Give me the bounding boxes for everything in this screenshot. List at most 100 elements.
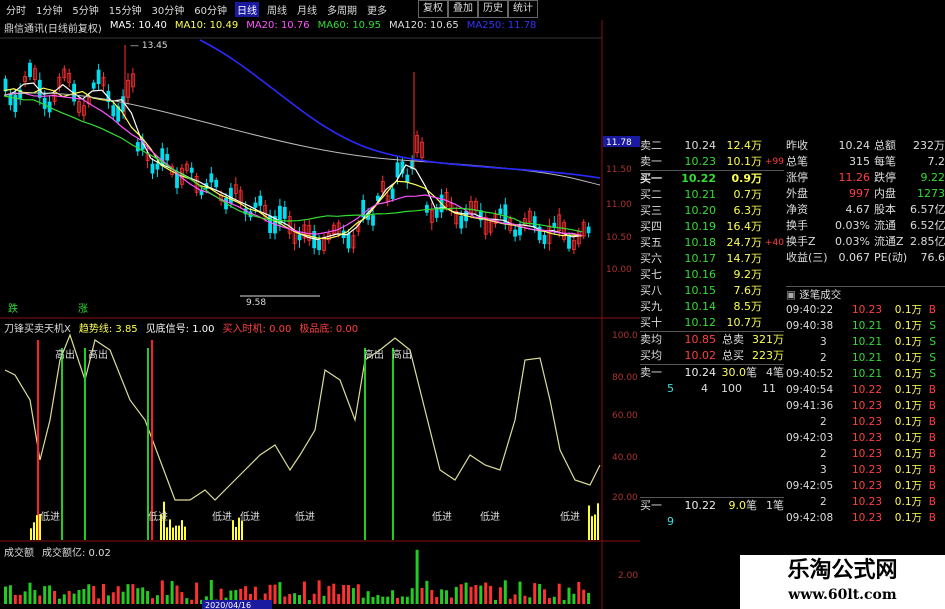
tab-period[interactable]: 60分钟 bbox=[192, 2, 229, 17]
tab-period[interactable]: 15分钟 bbox=[107, 2, 144, 17]
tab-period[interactable]: 更多 bbox=[365, 2, 389, 17]
stat-value: 10.24 bbox=[838, 139, 871, 152]
order-row[interactable]: 买四 10.19 16.4万 bbox=[640, 219, 784, 235]
ticks-title-label: 逐笔成交 bbox=[799, 289, 842, 301]
order-price: 10.15 bbox=[684, 284, 717, 297]
volume-bar bbox=[557, 583, 561, 604]
order-row[interactable]: 买七 10.16 9.2万 bbox=[640, 267, 784, 283]
candle-body bbox=[253, 202, 258, 208]
order-row[interactable]: 买五 10.18 24.7万 +40 bbox=[640, 235, 784, 251]
order-label: 买十 bbox=[640, 316, 662, 329]
order-volume: 8.5万 bbox=[733, 300, 763, 313]
kline-chart-area[interactable]: 11.78 11.50 11.00 10.50 10.00 100.0 80.00 60.00… bbox=[0, 0, 640, 609]
avg-volume: 321万 bbox=[752, 333, 784, 346]
toolbar-button[interactable]: 历史 bbox=[478, 0, 508, 18]
volume-bar bbox=[4, 586, 7, 604]
histogram-bar bbox=[235, 526, 237, 540]
tick-volume: 0.1万 bbox=[894, 320, 922, 332]
buy-tag: 低进 bbox=[240, 510, 260, 523]
indicator-panel: 高出 高出 高出 高出低进 低进 低进 低进 低进 低进 低进 低进 bbox=[4, 333, 601, 540]
stat-label: 流通 bbox=[874, 219, 896, 232]
stat-label: 换手Z bbox=[786, 235, 816, 248]
toolbar-button[interactable]: 复权 bbox=[418, 0, 448, 18]
tick-row: 3 10.21 0.1万 S bbox=[786, 334, 945, 350]
order-change bbox=[762, 203, 784, 219]
tick-price: 10.23 bbox=[851, 480, 882, 492]
tick-row: 09:40:54 10.22 0.1万 B bbox=[786, 382, 945, 398]
buy-tag: 低进 bbox=[212, 510, 232, 523]
order-row[interactable]: 买八 10.15 7.6万 bbox=[640, 283, 784, 299]
tick-side: S bbox=[929, 368, 936, 380]
tab-period[interactable]: 多周期 bbox=[325, 2, 359, 17]
volume-bar bbox=[283, 596, 287, 604]
tick-volume: 0.1万 bbox=[894, 512, 922, 524]
queue-cell: 9 bbox=[667, 515, 674, 528]
ticks-title[interactable]: ▣ 逐笔成交 bbox=[786, 286, 945, 303]
volume-value: 成交额亿: 0.02 bbox=[42, 548, 111, 559]
stat-label: 昨收 bbox=[786, 139, 808, 152]
tick-time: 3 bbox=[820, 464, 827, 476]
toolbar-button[interactable]: 叠加 bbox=[448, 0, 478, 18]
order-row[interactable]: 买九 10.14 8.5万 bbox=[640, 299, 784, 315]
order-row[interactable]: 买六 10.17 14.7万 bbox=[640, 251, 784, 267]
volume-bar bbox=[62, 594, 66, 604]
tick-volume: 0.1万 bbox=[894, 336, 922, 348]
chart-canvas[interactable]: 11.78 11.50 11.00 10.50 10.00 100.0 80.00 60.00… bbox=[0, 0, 640, 609]
volume-bar bbox=[547, 598, 551, 604]
candle-body bbox=[371, 215, 375, 226]
order-row[interactable]: 买十 10.12 10.7万 bbox=[640, 315, 784, 331]
tick-row: 3 10.23 0.1万 B bbox=[786, 462, 945, 478]
volume-bar bbox=[43, 586, 47, 604]
tick-side: B bbox=[928, 432, 936, 444]
tick-price: 10.21 bbox=[851, 368, 882, 380]
order-row[interactable]: 买一 10.22 0.9万 bbox=[640, 170, 784, 187]
tab-period[interactable]: 30分钟 bbox=[149, 2, 186, 17]
tick-volume: 0.1万 bbox=[894, 400, 922, 412]
tab-period[interactable]: 周线 bbox=[265, 2, 289, 17]
volume-bar bbox=[278, 582, 282, 604]
order-row[interactable]: 买三 10.20 6.3万 bbox=[640, 203, 784, 219]
volume-bar bbox=[102, 584, 105, 604]
volume-bar bbox=[195, 582, 199, 604]
tab-period[interactable]: 月线 bbox=[295, 2, 319, 17]
order-row[interactable]: 卖一 10.23 10.1万 +99 bbox=[640, 154, 784, 170]
volume-bar bbox=[337, 594, 341, 604]
order-row[interactable]: 买二 10.21 0.7万 bbox=[640, 187, 784, 203]
price-axis-label: 10.00 bbox=[606, 265, 632, 275]
tab-period[interactable]: 分时 bbox=[4, 2, 28, 17]
tick-price: 10.22 bbox=[851, 384, 882, 396]
price-axis-label: 10.50 bbox=[606, 233, 632, 243]
order-volume: 12.4万 bbox=[726, 139, 763, 152]
tab-period[interactable]: 5分钟 bbox=[70, 2, 100, 17]
tick-row: 09:40:38 10.21 0.1万 S bbox=[786, 318, 945, 334]
tick-price: 10.23 bbox=[851, 432, 882, 444]
volume-bar bbox=[582, 589, 586, 604]
histogram-bar bbox=[588, 505, 590, 540]
toolbar-button[interactable]: 统计 bbox=[508, 0, 538, 18]
candle-body bbox=[405, 174, 410, 183]
candle-body bbox=[3, 78, 8, 92]
toolbar-buttons: 复权 叠加 历史 统计 bbox=[418, 0, 538, 18]
indicator-value: 买入时机: 0.00 bbox=[222, 324, 292, 335]
ticks-toggle-icon[interactable]: ▣ bbox=[786, 289, 796, 301]
buy-tag: 低进 bbox=[148, 510, 168, 523]
tick-row: 09:42:03 10.23 0.1万 B bbox=[786, 430, 945, 446]
stat-label: 跌停 bbox=[874, 171, 896, 184]
sell-tag: 高出 bbox=[88, 348, 108, 361]
tick-side: B bbox=[928, 384, 936, 396]
indicator-value: 刀锋买卖天机X bbox=[4, 324, 71, 335]
volume-bar bbox=[293, 593, 297, 604]
queue-volume: 30.0 bbox=[721, 366, 747, 379]
volume-legend: 成交额 成交额亿: 0.02 bbox=[4, 544, 111, 559]
order-change bbox=[762, 299, 784, 315]
volume-bar bbox=[141, 587, 145, 604]
order-row[interactable]: 卖二 10.24 12.4万 bbox=[640, 138, 784, 154]
tab-period[interactable]: 日线 bbox=[234, 1, 259, 17]
tab-period[interactable]: 1分钟 bbox=[34, 2, 64, 17]
order-volume: 14.7万 bbox=[726, 252, 763, 265]
tick-list: 09:40:22 10.23 0.1万 B 09:40:38 10.21 0.1万 S 3 10.… bbox=[786, 302, 945, 526]
tick-price: 10.23 bbox=[851, 496, 882, 508]
volume-bar bbox=[185, 598, 189, 604]
tick-volume: 0.1万 bbox=[894, 432, 922, 444]
queue-label: 买一 bbox=[640, 499, 662, 512]
